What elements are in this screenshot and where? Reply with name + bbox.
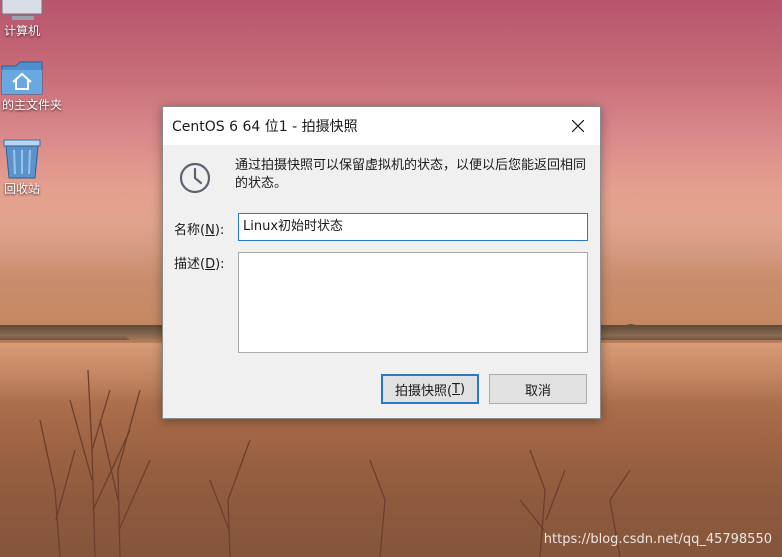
description-label: 描述(D): [174, 257, 225, 272]
desktop-icon-home-folder[interactable]: 的主文件夹 [0, 60, 80, 113]
close-icon [572, 120, 584, 132]
home-folder-icon [1, 61, 43, 95]
desktop-icon-trash[interactable]: 回收站 [0, 136, 80, 197]
watermark-url: https://blog.csdn.net/qq_45798550 [543, 532, 772, 547]
clock-icon [179, 162, 211, 194]
computer-icon [1, 0, 43, 20]
desktop-icon-label: 的主文件夹 [2, 98, 63, 112]
desktop-icon-computer[interactable]: 计算机 [0, 0, 80, 39]
dialog-titlebar[interactable]: CentOS 6 64 位1 - 拍摄快照 [163, 107, 600, 145]
info-message: 通过拍摄快照可以保留虚拟机的状态，以便以后您能返回相同的状态。 [235, 158, 587, 191]
cancel-button[interactable]: 取消 [489, 374, 587, 404]
take-snapshot-button[interactable]: 拍摄快照(T) [381, 374, 479, 404]
desktop-icon-label: 计算机 [4, 24, 41, 38]
dialog-title: CentOS 6 64 位1 - 拍摄快照 [172, 119, 358, 135]
desktop-icon-label: 回收站 [4, 182, 41, 196]
snapshot-name-input[interactable]: Linux初始时状态 [238, 213, 588, 241]
close-button[interactable] [556, 107, 600, 145]
trash-icon [3, 139, 41, 179]
name-label: 名称(N): [174, 223, 225, 238]
take-snapshot-dialog: CentOS 6 64 位1 - 拍摄快照 通过拍摄快照可以保留虚拟机的状态，以… [162, 106, 601, 419]
desktop-background: 计算机 的主文件夹 回收站 CentOS 6 64 位1 - 拍摄快照 通过拍摄… [0, 0, 782, 557]
dialog-body: 通过拍摄快照可以保留虚拟机的状态，以便以后您能返回相同的状态。 名称(N): L… [163, 145, 600, 420]
snapshot-description-input[interactable] [238, 252, 588, 353]
